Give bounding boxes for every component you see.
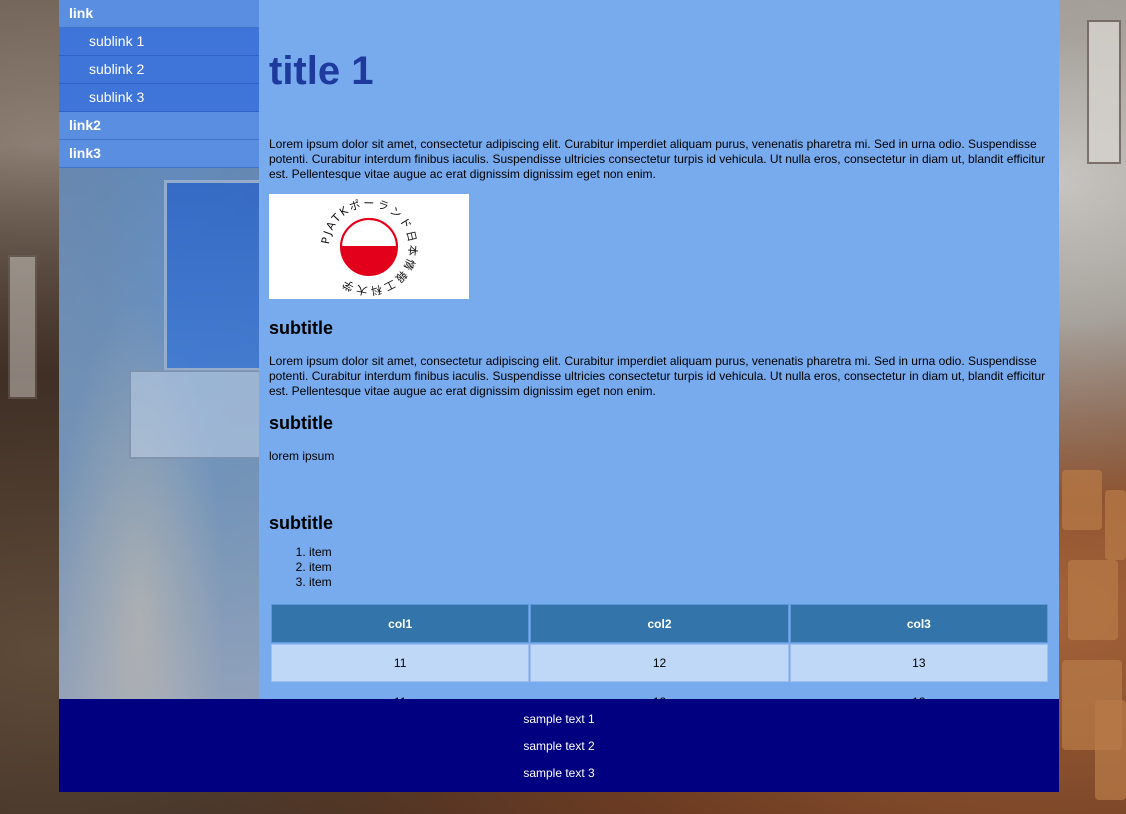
table-header-cell: col3 xyxy=(789,604,1048,643)
section-subtitle-1: subtitle xyxy=(269,318,334,338)
section-subtitle-3: subtitle xyxy=(269,513,334,533)
data-table: col1 col2 col3 11 12 13 11 12 13 xyxy=(270,603,1049,699)
ordered-list: item item item xyxy=(269,545,1049,590)
projector-screen-image xyxy=(164,180,259,371)
table-header-cell: col2 xyxy=(530,604,789,643)
table-cell: 12 xyxy=(530,683,789,699)
table-cell: 12 xyxy=(530,644,789,682)
nav-link3[interactable]: link3 xyxy=(59,140,259,168)
list-item: item xyxy=(309,545,1049,560)
section-paragraph-1: Lorem ipsum dolor sit amet, consectetur … xyxy=(269,354,1046,398)
table-row: 11 12 13 xyxy=(271,683,1048,699)
footer-text-3: sample text 3 xyxy=(523,766,595,780)
list-item: item xyxy=(309,560,1049,575)
pjatk-logo-image: PJATKポーランド日本情報工科大学 xyxy=(269,194,469,299)
footer-text-2: sample text 2 xyxy=(523,739,595,753)
table-cell: 11 xyxy=(271,644,530,682)
nav-sublink-3[interactable]: sublink 3 xyxy=(59,84,259,112)
footer-text-1: sample text 1 xyxy=(523,712,595,726)
list-item: item xyxy=(309,575,1049,590)
footer: sample text 1 sample text 2 sample text … xyxy=(59,699,1059,792)
main-content: title 1 Lorem ipsum dolor sit amet, cons… xyxy=(259,0,1059,699)
sidebar-nav: link sublink 1 sublink 2 sublink 3 link2… xyxy=(59,0,259,168)
whiteboard-image xyxy=(129,370,259,459)
page-title: title 1 xyxy=(269,49,374,93)
page-container: link sublink 1 sublink 2 sublink 3 link2… xyxy=(59,0,1059,792)
nav-sublink-1[interactable]: sublink 1 xyxy=(59,28,259,56)
section-paragraph-2: lorem ipsum xyxy=(269,449,335,463)
table-header-cell: col1 xyxy=(271,604,530,643)
section-subtitle-2: subtitle xyxy=(269,413,334,433)
table-row: 11 12 13 xyxy=(271,644,1048,682)
nav-link2[interactable]: link2 xyxy=(59,112,259,140)
sidebar: link sublink 1 sublink 2 sublink 3 link2… xyxy=(59,0,259,699)
table-cell: 11 xyxy=(271,683,530,699)
nav-link[interactable]: link xyxy=(59,0,259,28)
intro-paragraph: Lorem ipsum dolor sit amet, consectetur … xyxy=(269,137,1046,181)
table-header-row: col1 col2 col3 xyxy=(271,604,1048,643)
nav-sublink-2[interactable]: sublink 2 xyxy=(59,56,259,84)
table-cell: 13 xyxy=(789,644,1048,682)
pjatk-logo-svg: PJATKポーランド日本情報工科大学 xyxy=(319,197,418,299)
table-cell: 13 xyxy=(789,683,1048,699)
